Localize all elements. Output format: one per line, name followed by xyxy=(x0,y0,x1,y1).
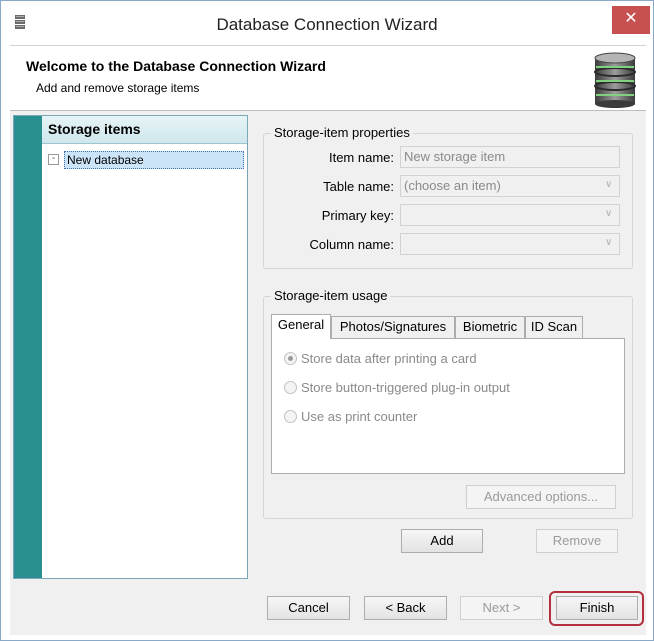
storage-items-heading: Storage items xyxy=(48,121,141,137)
storage-item-usage-group: Storage-item usage General Photos/Signat… xyxy=(263,288,633,519)
storage-items-header: Storage items xyxy=(42,116,247,144)
chevron-down-icon[interactable]: ∨ xyxy=(605,238,615,248)
option-label: Store button-triggered plug-in output xyxy=(301,380,510,395)
advanced-options-button[interactable]: Advanced options... xyxy=(466,485,616,509)
next-button[interactable]: Next > xyxy=(460,596,543,620)
title-bar[interactable]: Database Connection Wizard ✕ xyxy=(1,1,653,45)
page-title: Welcome to the Database Connection Wizar… xyxy=(26,58,326,74)
database-icon xyxy=(594,52,636,108)
close-icon: ✕ xyxy=(624,10,638,27)
radio-unchecked-icon[interactable] xyxy=(284,410,297,423)
radio-checked-icon[interactable] xyxy=(284,352,297,365)
finish-button[interactable]: Finish xyxy=(556,596,638,620)
option-label: Use as print counter xyxy=(301,409,418,424)
tab-id-scan[interactable]: ID Scan xyxy=(525,316,583,338)
storage-items-panel: Storage items - New database xyxy=(13,115,248,579)
tab-general[interactable]: General xyxy=(271,314,331,339)
add-button[interactable]: Add xyxy=(401,529,483,553)
wizard-footer: Cancel < Back Next > Finish xyxy=(10,581,646,635)
primary-key-label: Primary key: xyxy=(321,208,394,223)
wizard-header: Welcome to the Database Connection Wizar… xyxy=(10,45,646,111)
panel-accent-stripe xyxy=(14,116,42,578)
tree-item-new-database[interactable]: - New database xyxy=(48,151,244,169)
properties-legend: Storage-item properties xyxy=(271,125,413,140)
general-tab-panel: Store data after printing a card Store b… xyxy=(271,338,625,474)
remove-button[interactable]: Remove xyxy=(536,529,618,553)
item-name-field[interactable]: New storage item xyxy=(400,146,620,168)
option-print-counter[interactable]: Use as print counter xyxy=(284,409,417,424)
page-subtitle: Add and remove storage items xyxy=(36,81,200,95)
close-button[interactable]: ✕ xyxy=(612,6,650,34)
wizard-window: Database Connection Wizard ✕ Welcome to … xyxy=(0,0,654,641)
table-name-label: Table name: xyxy=(323,179,394,194)
table-name-value: (choose an item) xyxy=(404,178,501,193)
table-name-combo[interactable]: (choose an item) ∨ xyxy=(400,175,620,197)
item-name-label: Item name: xyxy=(328,150,394,165)
tab-photos-signatures[interactable]: Photos/Signatures xyxy=(331,316,455,338)
column-name-combo[interactable]: ∨ xyxy=(400,233,620,255)
collapse-icon[interactable]: - xyxy=(48,154,59,165)
item-name-value: New storage item xyxy=(404,149,506,164)
option-label: Store data after printing a card xyxy=(301,351,477,366)
primary-key-combo[interactable]: ∨ xyxy=(400,204,620,226)
option-store-after-print[interactable]: Store data after printing a card xyxy=(284,351,477,366)
cancel-button[interactable]: Cancel xyxy=(267,596,350,620)
window-title: Database Connection Wizard xyxy=(216,15,438,34)
chevron-down-icon[interactable]: ∨ xyxy=(605,209,615,219)
tree-item-label[interactable]: New database xyxy=(64,151,244,169)
column-name-label: Column name: xyxy=(309,237,394,252)
usage-legend: Storage-item usage xyxy=(271,288,391,303)
option-store-plugin-output[interactable]: Store button-triggered plug-in output xyxy=(284,380,510,395)
tab-biometric[interactable]: Biometric xyxy=(455,316,525,338)
back-button[interactable]: < Back xyxy=(364,596,447,620)
storage-item-properties-group: Storage-item properties Item name: New s… xyxy=(263,125,633,269)
radio-unchecked-icon[interactable] xyxy=(284,381,297,394)
chevron-down-icon[interactable]: ∨ xyxy=(605,180,615,190)
wizard-body: Storage items - New database Storage-ite… xyxy=(10,111,646,581)
